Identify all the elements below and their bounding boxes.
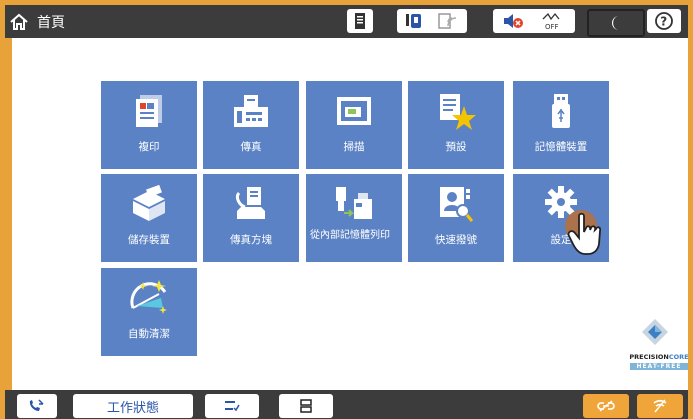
tile-storage[interactable]: 儲存裝置 xyxy=(101,174,197,262)
scan-icon xyxy=(337,97,371,125)
preset-icon xyxy=(440,94,476,130)
sleep-icon xyxy=(612,16,619,30)
svg-text:OFF: OFF xyxy=(545,23,559,31)
top-bar: 首頁 OFF ? xyxy=(5,5,688,38)
home-button[interactable]: 首頁 xyxy=(9,5,65,38)
usb-icon xyxy=(552,94,570,128)
page-title: 首頁 xyxy=(37,14,65,31)
document-status-button[interactable] xyxy=(347,9,373,33)
storage-icon xyxy=(133,185,165,221)
home-menu: 複印 傳真 掃描 預設 記憶體裝置 儲存裝置 傳真方塊 從內部記憶體列印 快速撥… xyxy=(12,38,689,390)
wireless-button[interactable] xyxy=(637,394,683,418)
job-status-label: 工作狀態 xyxy=(106,400,159,416)
bottom-bar: 工作狀態 xyxy=(5,390,688,419)
print-memory-icon xyxy=(336,187,372,219)
mute-icon xyxy=(503,14,523,28)
tile-settings[interactable]: 設定 xyxy=(513,174,609,262)
fax-receive-button[interactable] xyxy=(17,394,57,418)
stop-icon xyxy=(225,401,240,412)
fax-box-icon xyxy=(235,187,265,219)
link-button[interactable] xyxy=(583,394,629,418)
power-off-icon: OFF xyxy=(542,12,560,31)
auto-clean-icon xyxy=(130,280,167,314)
tile-label: 掃描 xyxy=(343,141,365,153)
svg-text:?: ? xyxy=(660,15,667,29)
document-icon xyxy=(300,399,312,413)
sound-power-button[interactable]: OFF xyxy=(493,9,575,33)
tile-label: 預設 xyxy=(445,141,467,153)
tile-label: 傳真方塊 xyxy=(230,234,272,246)
tile-label: 快速撥號 xyxy=(435,234,477,246)
tile-scan[interactable]: 掃描 xyxy=(306,81,402,169)
precision-core-logo-icon xyxy=(642,319,668,345)
tile-label: 從內部記憶體列印 xyxy=(310,230,390,241)
fax-icon xyxy=(234,95,268,127)
job-status-button[interactable]: 工作狀態 xyxy=(73,394,193,418)
help-icon: ? xyxy=(655,12,673,30)
tile-label: 記憶體裝置 xyxy=(534,141,588,153)
copy-icon xyxy=(136,95,162,127)
tile-preset[interactable]: 預設 xyxy=(408,81,504,169)
tile-print-from-memory[interactable]: 從內部記憶體列印 xyxy=(306,174,402,262)
home-icon xyxy=(10,13,28,30)
tile-copy[interactable]: 複印 xyxy=(101,81,197,169)
ink-status-icon xyxy=(406,14,421,28)
ink-network-button[interactable] xyxy=(397,9,467,33)
tile-label: 傳真 xyxy=(240,141,262,153)
tile-label: 儲存裝置 xyxy=(128,234,170,246)
wireless-off-icon xyxy=(653,399,667,413)
tile-auto-clean[interactable]: 自動清潔 xyxy=(101,268,197,356)
tile-memory-device[interactable]: 記憶體裝置 xyxy=(513,81,609,169)
link-icon xyxy=(597,400,615,412)
phone-receive-icon xyxy=(29,399,44,411)
sleep-button[interactable] xyxy=(587,9,645,37)
tile-fax[interactable]: 傳真 xyxy=(203,81,299,169)
help-button[interactable]: ? xyxy=(647,9,681,33)
wifi-icon xyxy=(438,13,457,29)
document-status-icon xyxy=(355,13,365,29)
tile-speed-dial[interactable]: 快速撥號 xyxy=(408,174,504,262)
touch-hand-icon xyxy=(565,210,602,255)
tile-fax-box[interactable]: 傳真方塊 xyxy=(203,174,299,262)
brand-logo: PRECISIONCORE HEAT-FREE xyxy=(629,353,689,370)
tile-label: 複印 xyxy=(138,141,160,153)
preview-button[interactable] xyxy=(279,394,333,418)
speed-dial-icon xyxy=(440,187,474,222)
screen-frame: 首頁 OFF ? 複印 傳真 掃描 預設 記憶體裝置 儲存裝置 傳真方塊 從內部… xyxy=(0,0,693,419)
tile-label: 自動清潔 xyxy=(128,328,170,340)
stop-button[interactable] xyxy=(205,394,259,418)
